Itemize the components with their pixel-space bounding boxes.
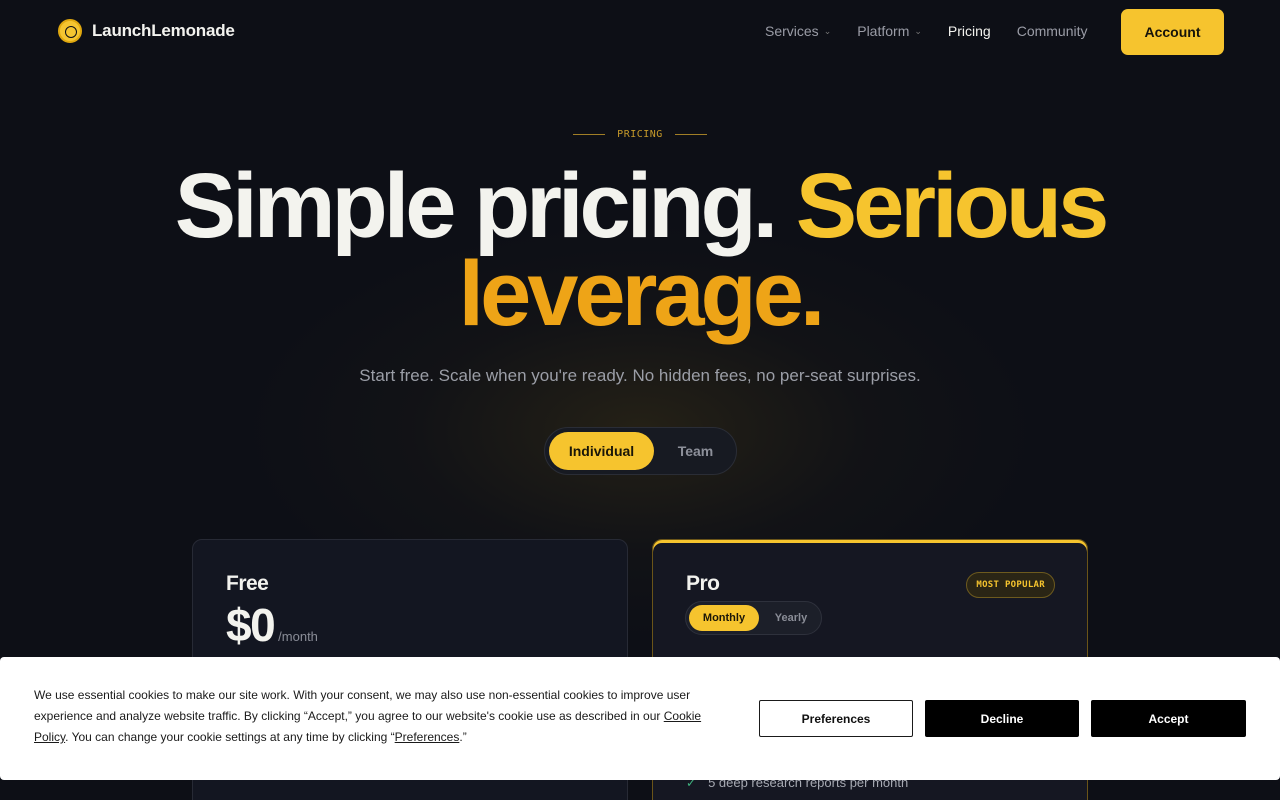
preferences-link[interactable]: Preferences [395,730,460,744]
accept-button[interactable]: Accept [1091,700,1246,737]
nav-community[interactable]: Community [1017,23,1088,39]
cookie-message: We use essential cookies to make our sit… [34,685,724,748]
nav-services[interactable]: Services ⌄ [765,23,831,39]
plan-type-toggle: Individual Team [544,427,737,475]
nav-links: Services ⌄ Platform ⌄ Pricing Community [765,23,1088,39]
brand[interactable]: LaunchLemonade [58,19,235,43]
plan-name: Pro [686,572,720,595]
hero-subtitle: Start free. Scale when you're ready. No … [359,366,921,385]
nav-pricing[interactable]: Pricing [948,23,991,39]
price-period: /month [278,629,318,644]
cookie-banner: We use essential cookies to make our sit… [0,657,1280,780]
most-popular-badge: MOST POPULAR [966,572,1055,598]
top-navigation: LaunchLemonade Services ⌄ Platform ⌄ Pri… [0,0,1280,64]
cookie-text-2: . You can change your cookie settings at… [65,730,395,744]
preferences-button[interactable]: Preferences [759,700,913,737]
eyebrow-line-left [573,134,606,135]
cookie-text-3: .” [459,730,467,744]
headline-part1: Simple pricing. [174,155,796,257]
cookie-text-1: We use essential cookies to make our sit… [34,688,691,723]
billing-yearly[interactable]: Yearly [763,605,819,631]
chevron-down-icon: ⌄ [823,25,832,36]
price-amount: $0 [226,599,276,651]
toggle-team[interactable]: Team [658,432,733,470]
billing-monthly[interactable]: Monthly [689,605,759,631]
decline-button[interactable]: Decline [925,700,1079,737]
nav-platform[interactable]: Platform ⌄ [857,23,922,39]
brand-name: LaunchLemonade [92,21,235,40]
page-headline: Simple pricing. Serious leverage. [0,160,1280,340]
lemon-logo-icon [58,19,82,43]
chevron-down-icon: ⌄ [914,25,922,36]
nav-platform-label: Platform [857,23,910,39]
pricing-eyebrow: PRICING [0,129,1280,140]
headline-part3: leverage. [458,243,826,345]
billing-toggle: Monthly Yearly [685,601,822,635]
plan-price: $0 /month [226,598,318,652]
eyebrow-label: PRICING [617,129,663,140]
toggle-individual[interactable]: Individual [549,432,654,470]
account-button[interactable]: Account [1121,9,1224,55]
nav-services-label: Services [765,23,819,39]
eyebrow-line-right [674,134,707,135]
plan-name: Free [226,572,269,595]
headline-part2: Serious [795,155,1109,257]
